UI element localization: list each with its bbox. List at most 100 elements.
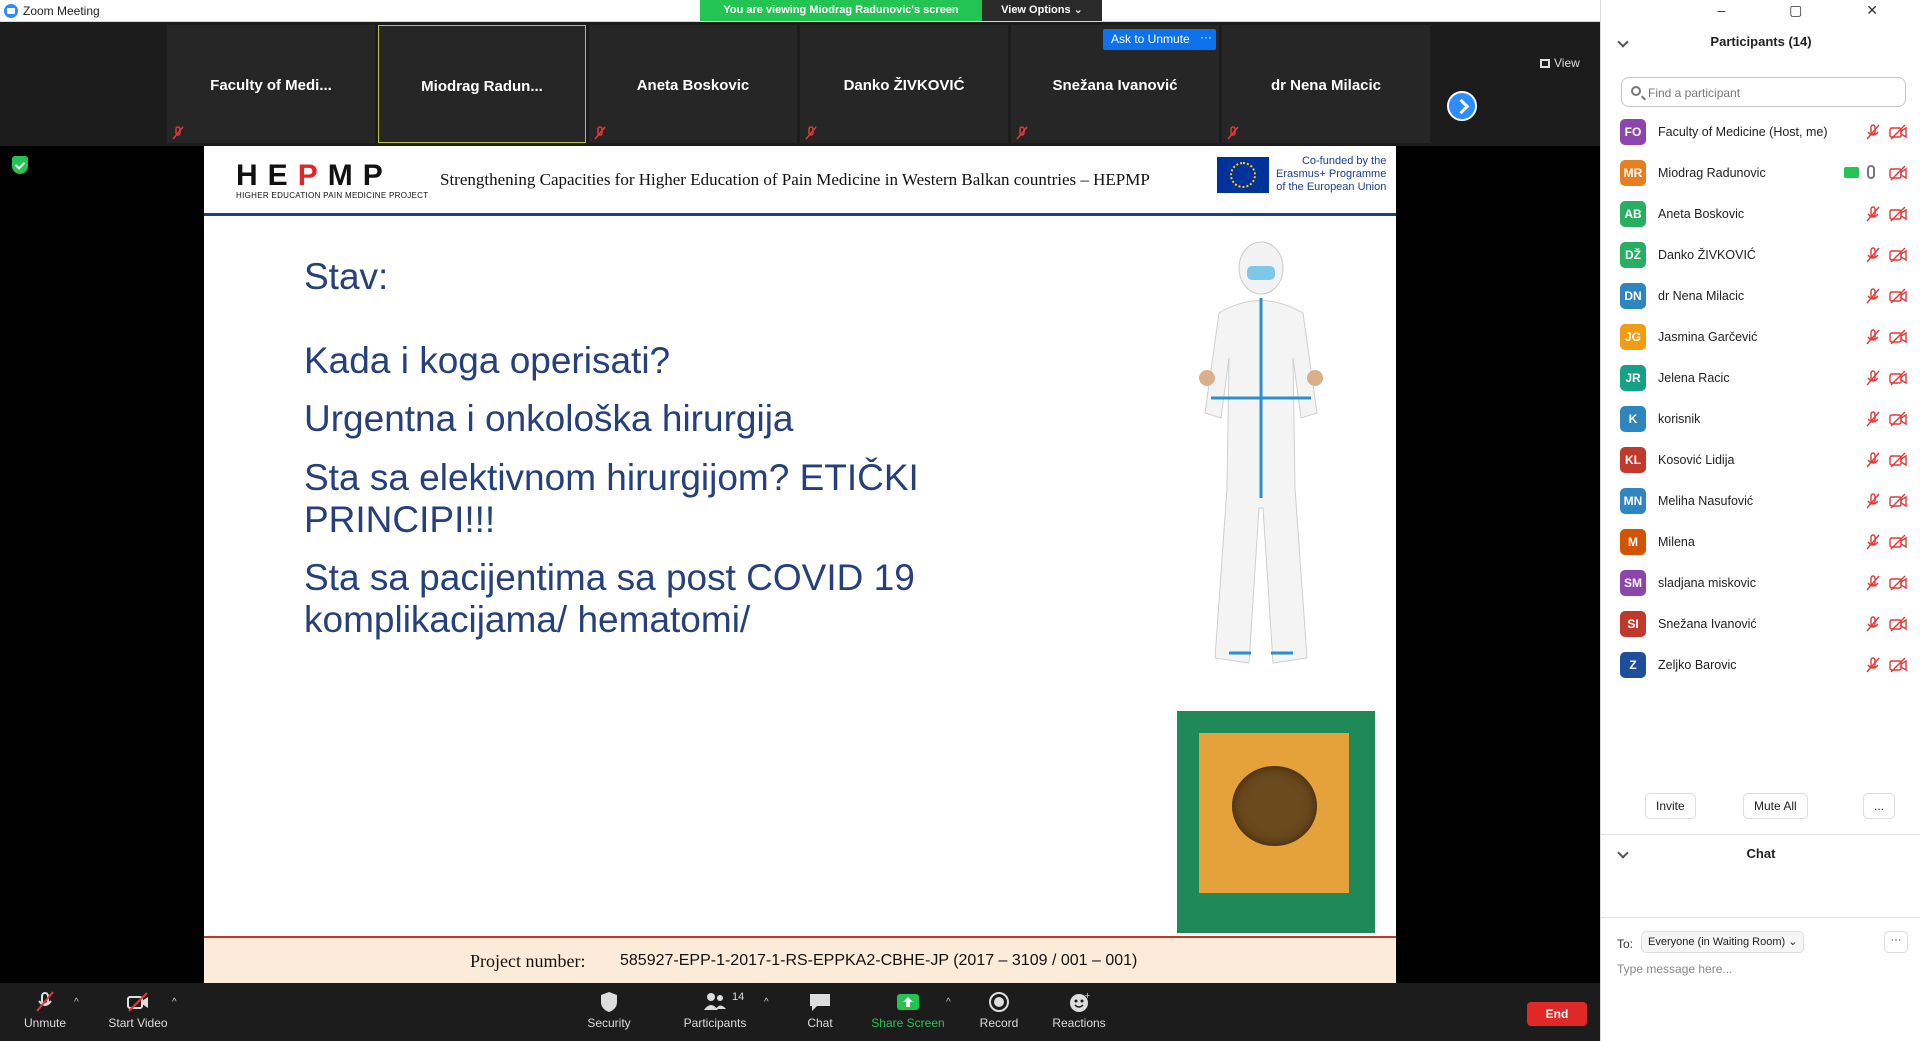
record-icon: [989, 992, 1009, 1012]
video-tile[interactable]: Danko ŽIVKOVIĆ: [800, 25, 1008, 143]
mic-muted-icon[interactable]: [1865, 206, 1881, 222]
participant-row[interactable]: DŽ Danko ŽIVKOVIĆ: [1601, 236, 1920, 277]
video-tile[interactable]: dr Nena Milacic: [1222, 25, 1430, 143]
participant-row[interactable]: SI Snežana Ivanović: [1601, 605, 1920, 646]
chat-more-button[interactable]: ···: [1884, 931, 1908, 953]
mic-muted-icon[interactable]: [1865, 411, 1881, 427]
mic-muted-icon[interactable]: [1865, 329, 1881, 345]
security-button[interactable]: Security: [564, 987, 654, 1039]
video-off-icon: [127, 992, 148, 1012]
mic-muted-icon[interactable]: [1865, 288, 1881, 304]
tile-name: Snežana Ivanović: [1052, 77, 1178, 94]
end-meeting-button[interactable]: End: [1527, 1002, 1587, 1026]
participant-row[interactable]: M Milena: [1601, 523, 1920, 564]
surgery-photo: [1177, 711, 1375, 933]
video-tile-active-speaker[interactable]: Miodrag Radun...: [378, 25, 586, 143]
video-off-icon[interactable]: [1889, 247, 1907, 263]
share-options-caret-icon[interactable]: ^: [946, 997, 951, 1008]
participant-row[interactable]: AB Aneta Boskovic: [1601, 195, 1920, 236]
mute-all-button[interactable]: Mute All: [1743, 793, 1808, 819]
mic-muted-icon: [1016, 126, 1028, 140]
video-options-caret-icon[interactable]: ^: [172, 997, 177, 1008]
video-off-icon[interactable]: [1889, 124, 1907, 140]
participant-row[interactable]: Z Zeljko Barovic: [1601, 646, 1920, 687]
participant-row[interactable]: DN dr Nena Milacic: [1601, 277, 1920, 318]
video-off-icon[interactable]: [1889, 452, 1907, 468]
encryption-shield-icon[interactable]: [12, 156, 28, 174]
video-off-icon[interactable]: [1889, 370, 1907, 386]
video-off-icon[interactable]: [1889, 657, 1907, 673]
mic-muted-icon[interactable]: [1865, 452, 1881, 468]
participant-row[interactable]: MR Miodrag Radunovic: [1601, 154, 1920, 195]
video-off-icon[interactable]: [1889, 534, 1907, 550]
video-off-icon[interactable]: [1889, 616, 1907, 632]
slide-line: Kada i koga operisati?: [304, 340, 671, 381]
video-off-icon[interactable]: [1889, 493, 1907, 509]
participants-title: Participants (14): [1710, 34, 1812, 49]
share-screen-icon: [897, 994, 919, 1010]
slide-line: PRINCIPI!!!: [304, 499, 496, 540]
tile-name: Miodrag Radun...: [421, 78, 543, 95]
window-controls[interactable]: – ▢ ✕: [1717, 2, 1908, 19]
chat-button[interactable]: Chat: [775, 987, 865, 1039]
ask-to-unmute-button[interactable]: Ask to Unmute: [1103, 29, 1198, 50]
video-off-icon[interactable]: [1889, 329, 1907, 345]
record-button[interactable]: Record: [954, 987, 1044, 1039]
mic-muted-icon: [1227, 126, 1239, 140]
view-options-button[interactable]: View Options ⌄: [982, 0, 1102, 21]
video-tile[interactable]: Aneta Boskovic: [589, 25, 797, 143]
participant-search-input[interactable]: Find a participant: [1621, 77, 1906, 107]
more-options-button[interactable]: ...: [1863, 793, 1896, 819]
participant-row[interactable]: FO Faculty of Medicine (Host, me): [1601, 113, 1920, 154]
slide-header-title: Strengthening Capacities for Higher Educ…: [440, 170, 1150, 189]
participant-row[interactable]: MN Meliha Nasufović: [1601, 482, 1920, 523]
reactions-button[interactable]: + Reactions: [1034, 987, 1124, 1039]
mic-muted-icon[interactable]: [1865, 575, 1881, 591]
invite-button[interactable]: Invite: [1645, 793, 1696, 819]
video-off-icon[interactable]: [1889, 411, 1907, 427]
video-tile[interactable]: Faculty of Medi...: [167, 25, 375, 143]
mic-muted-icon[interactable]: [1865, 493, 1881, 509]
share-screen-button[interactable]: Share Screen: [863, 987, 953, 1039]
mic-muted-icon[interactable]: [1865, 534, 1881, 550]
participant-row[interactable]: JG Jasmina Garčević: [1601, 318, 1920, 359]
participant-row[interactable]: SM sladjana miskovic: [1601, 564, 1920, 605]
participant-name: Zeljko Barovic: [1658, 658, 1737, 672]
panel-divider: [1601, 917, 1920, 918]
participants-button[interactable]: Participants: [670, 987, 760, 1039]
view-button[interactable]: View: [1540, 56, 1580, 70]
video-off-icon[interactable]: [1889, 575, 1907, 591]
mic-muted-icon[interactable]: [1865, 370, 1881, 386]
mic-muted-icon[interactable]: [1865, 124, 1881, 140]
mic-icon[interactable]: [1867, 165, 1875, 179]
avatar: JR: [1620, 365, 1646, 391]
video-off-icon[interactable]: [1889, 206, 1907, 222]
chat-recipient-select[interactable]: Everyone (in Waiting Room) ⌄: [1641, 931, 1805, 953]
mic-muted-icon[interactable]: [1865, 616, 1881, 632]
participant-row[interactable]: Kkorisnik: [1601, 400, 1920, 441]
video-off-icon[interactable]: [1889, 288, 1907, 304]
chat-message-input[interactable]: Type message here...: [1617, 962, 1907, 976]
participant-name: korisnik: [1658, 412, 1701, 426]
mic-muted-icon[interactable]: [1865, 657, 1881, 673]
video-off-icon[interactable]: [1889, 165, 1907, 181]
avatar: AB: [1620, 201, 1646, 227]
avatar: KL: [1620, 447, 1646, 473]
avatar: MN: [1620, 488, 1646, 514]
avatar: SM: [1620, 570, 1646, 596]
participants-options-caret-icon[interactable]: ^: [764, 997, 769, 1008]
logo-subtitle: HIGHER EDUCATION PAIN MEDICINE PROJECT: [236, 191, 429, 200]
smiley-icon: +: [1070, 991, 1091, 1012]
participant-row[interactable]: JR Jelena Racic: [1601, 359, 1920, 400]
avatar: JG: [1620, 324, 1646, 350]
next-page-arrow-icon[interactable]: [1447, 91, 1477, 121]
video-strip: Faculty of Medi... Miodrag Radun... Anet…: [0, 22, 1600, 146]
slide-line: komplikacijama/ hematomi/: [304, 599, 751, 640]
audio-options-caret-icon[interactable]: ^: [74, 997, 79, 1008]
participant-row[interactable]: KL Kosović Lidija: [1601, 441, 1920, 482]
tile-more-button[interactable]: ···: [1196, 29, 1216, 50]
start-video-button[interactable]: Start Video: [93, 987, 183, 1039]
mic-muted-icon[interactable]: [1865, 247, 1881, 263]
unmute-button[interactable]: Unmute: [0, 987, 90, 1039]
avatar: DN: [1620, 283, 1646, 309]
